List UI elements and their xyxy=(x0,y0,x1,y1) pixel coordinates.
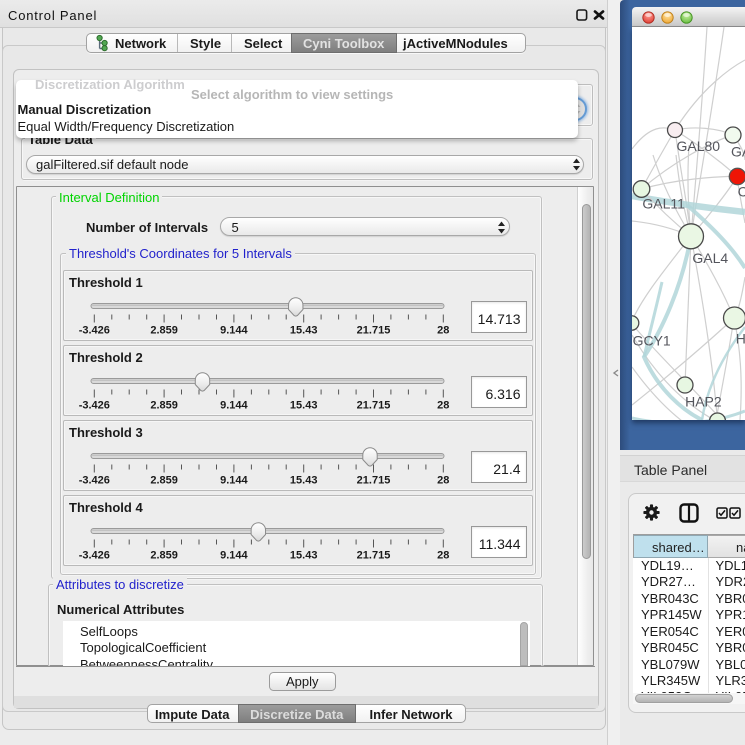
svg-text:15.43: 15.43 xyxy=(290,400,318,412)
svg-text:9.144: 9.144 xyxy=(220,400,248,412)
svg-text:28: 28 xyxy=(437,550,449,562)
svg-text:-3.426: -3.426 xyxy=(79,475,110,487)
svg-text:-3.426: -3.426 xyxy=(79,400,110,412)
svg-text:GA: GA xyxy=(731,144,745,160)
svg-text:-3.426: -3.426 xyxy=(79,550,110,562)
svg-text:15.43: 15.43 xyxy=(290,325,318,337)
svg-text:2.859: 2.859 xyxy=(150,550,178,562)
svg-text:21.715: 21.715 xyxy=(357,325,391,337)
svg-text:2.859: 2.859 xyxy=(150,475,178,487)
svg-text:GAL11: GAL11 xyxy=(642,196,685,212)
svg-text:GCY1: GCY1 xyxy=(633,332,671,348)
svg-text:21.715: 21.715 xyxy=(357,400,391,412)
svg-text:HAP2: HAP2 xyxy=(685,394,722,410)
svg-text:28: 28 xyxy=(437,400,449,412)
svg-text:2.859: 2.859 xyxy=(150,400,178,412)
svg-text:28: 28 xyxy=(437,475,449,487)
svg-text:GAL80: GAL80 xyxy=(677,138,721,154)
svg-text:9.144: 9.144 xyxy=(220,550,248,562)
svg-text:28: 28 xyxy=(437,325,449,337)
svg-text:GAL4: GAL4 xyxy=(692,250,728,266)
svg-text:H: H xyxy=(736,331,745,347)
svg-text:9.144: 9.144 xyxy=(220,475,248,487)
svg-text:15.43: 15.43 xyxy=(290,550,318,562)
svg-text:21.715: 21.715 xyxy=(357,475,391,487)
svg-text:2.859: 2.859 xyxy=(150,325,178,337)
svg-text:15.43: 15.43 xyxy=(290,475,318,487)
svg-text:9.144: 9.144 xyxy=(220,325,248,337)
svg-text:21.715: 21.715 xyxy=(357,550,391,562)
svg-text:C: C xyxy=(738,184,745,200)
svg-text:-3.426: -3.426 xyxy=(79,325,110,337)
